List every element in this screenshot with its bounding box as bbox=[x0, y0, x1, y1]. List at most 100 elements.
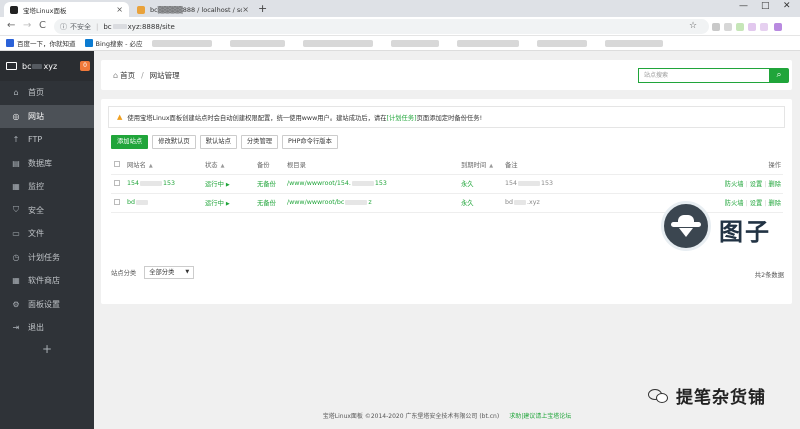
expire-link[interactable]: 永久 bbox=[461, 200, 474, 207]
back-button[interactable]: ← bbox=[7, 20, 15, 31]
tab-phpmyadmin[interactable]: bc▒▒▒▒▒888 / localhost / sql × bbox=[131, 2, 255, 17]
close-tab-icon[interactable]: × bbox=[116, 5, 123, 14]
browser-tab-bar: 宝塔Linux面板 × bc▒▒▒▒▒888 / localhost / sql… bbox=[0, 0, 800, 17]
minimize-button[interactable]: — bbox=[739, 1, 748, 11]
search-icon: ⌕ bbox=[776, 70, 782, 80]
url-rest: xyz:8888/site bbox=[127, 22, 175, 31]
sidebar-item-security[interactable]: ⛉ 安全 bbox=[0, 199, 94, 223]
globe-icon: ◎ bbox=[12, 111, 20, 121]
sidebar-item-cron[interactable]: ◷ 计划任务 bbox=[0, 246, 94, 270]
notification-badge[interactable]: 0 bbox=[80, 61, 90, 71]
backup-link[interactable]: 无备份 bbox=[257, 200, 276, 207]
site-name-link[interactable]: bd bbox=[127, 193, 205, 213]
play-icon: ▶ bbox=[225, 201, 230, 207]
maximize-button[interactable]: □ bbox=[761, 1, 770, 11]
clock-icon: ◷ bbox=[12, 252, 20, 262]
modify-default-page-button[interactable]: 修改默认页 bbox=[152, 135, 196, 149]
extension-icon[interactable] bbox=[760, 23, 768, 31]
breadcrumb-home[interactable]: 首页 bbox=[120, 70, 135, 81]
address-bar-row: ← → C ⓘ 不安全 | bc xyz:8888/site ☆ bbox=[0, 17, 800, 36]
sort-icon[interactable]: ▲ bbox=[489, 163, 493, 169]
sidebar-item-files[interactable]: ▭ 文件 bbox=[0, 222, 94, 246]
new-tab-button[interactable]: + bbox=[258, 2, 267, 15]
sidebar-item-monitor[interactable]: ▦ 监控 bbox=[0, 175, 94, 199]
add-site-button[interactable]: 添加站点 bbox=[111, 135, 149, 149]
breadcrumb: ⌂ 首页 / 网站管理 bbox=[113, 70, 180, 81]
tab-bt-panel[interactable]: 宝塔Linux面板 × bbox=[4, 2, 129, 17]
category-select[interactable]: 全部分类 ▼ bbox=[144, 266, 195, 279]
folder-icon: ▭ bbox=[12, 229, 20, 239]
forward-button[interactable]: → bbox=[23, 20, 31, 31]
delete-link[interactable]: 删除 bbox=[768, 181, 781, 188]
settings-link[interactable]: 设置 bbox=[750, 200, 763, 207]
site-status[interactable]: 运行中 ▶ bbox=[205, 193, 257, 213]
forum-link[interactable]: 求助|建议请上宝塔论坛 bbox=[509, 413, 571, 420]
sidebar: bc xyz 0 ⌂ 首页 ◎ 网站 ↑ FTP ▤ 数据库 ▦ 监控 ⛉ 安全 ▭ 文件 ◷… bbox=[0, 51, 94, 429]
chevron-down-icon: ▼ bbox=[185, 269, 190, 275]
tab-title: 宝塔Linux面板 bbox=[23, 6, 67, 15]
sidebar-item-store[interactable]: ▦ 软件商店 bbox=[0, 269, 94, 293]
default-site-button[interactable]: 默认站点 bbox=[199, 135, 237, 149]
bt-favicon-icon bbox=[10, 5, 18, 14]
database-icon: ▤ bbox=[12, 158, 20, 168]
extension-icon[interactable] bbox=[748, 23, 756, 31]
monitor-icon: ▦ bbox=[12, 182, 20, 192]
total-count: 共2条数据 bbox=[754, 272, 784, 279]
remark[interactable]: bd .xyz bbox=[505, 193, 631, 213]
close-window-button[interactable]: ✕ bbox=[783, 1, 791, 11]
expire-link[interactable]: 永久 bbox=[461, 181, 474, 188]
server-name: bc bbox=[22, 61, 32, 71]
profile-avatar[interactable] bbox=[774, 23, 782, 31]
bookmark-star-icon[interactable]: ☆ bbox=[689, 21, 697, 31]
settings-link[interactable]: 设置 bbox=[750, 181, 763, 188]
bookmark-baidu[interactable]: 百度一下，你就知道 bbox=[6, 38, 76, 48]
extension-icon[interactable] bbox=[724, 23, 732, 31]
sidebar-item-home[interactable]: ⌂ 首页 bbox=[0, 81, 94, 105]
reload-button[interactable]: C bbox=[39, 20, 46, 31]
copyright-footer: 宝塔Linux面板 ©2014-2020 广东堡塔安全技术有限公司 (bt.cn… bbox=[322, 413, 572, 420]
sidebar-item-database[interactable]: ▤ 数据库 bbox=[0, 152, 94, 176]
site-name-link[interactable]: 154 153 bbox=[127, 174, 205, 194]
toolbar: 添加站点 修改默认页 默认站点 分类管理 PHP命令行版本 bbox=[111, 135, 342, 149]
root-dir-link[interactable]: /www/wwwroot/bc z bbox=[287, 193, 461, 213]
close-tab-icon[interactable]: × bbox=[242, 5, 249, 14]
sidebar-item-website[interactable]: ◎ 网站 bbox=[0, 104, 94, 128]
security-text: 不安全 bbox=[70, 22, 91, 31]
site-status[interactable]: 运行中 ▶ bbox=[205, 174, 257, 194]
cron-task-link[interactable]: [计划任务] bbox=[387, 113, 417, 122]
breadcrumb-current: 网站管理 bbox=[149, 71, 180, 80]
extension-icon[interactable] bbox=[736, 23, 744, 31]
php-cli-version-button[interactable]: PHP命令行版本 bbox=[282, 135, 338, 149]
table-footer: 站点分类 全部分类 ▼ bbox=[111, 266, 195, 279]
firewall-link[interactable]: 防火墙 bbox=[725, 181, 744, 188]
category-manage-button[interactable]: 分类管理 bbox=[240, 135, 279, 149]
extension-icon[interactable] bbox=[712, 23, 720, 31]
sidebar-item-ftp[interactable]: ↑ FTP bbox=[0, 128, 94, 152]
add-shortcut-button[interactable]: + bbox=[0, 342, 94, 356]
sort-icon[interactable]: ▲ bbox=[221, 163, 225, 169]
notice-banner: ▲ 使用宝塔Linux面板创建站点时会自动创建权限配置，统一使用www用户。建站… bbox=[108, 106, 785, 128]
bookmarks-bar: 百度一下，你就知道 Bing搜索 - 必应 bbox=[0, 36, 800, 51]
tab-title: bc▒▒▒▒▒888 / localhost / sql bbox=[150, 5, 243, 14]
home-icon: ⌂ bbox=[13, 88, 19, 98]
remark[interactable]: 154 153 bbox=[505, 174, 631, 194]
site-search-input[interactable]: 站点搜索 bbox=[638, 68, 769, 83]
sidebar-item-settings[interactable]: ⚙ 面板设置 bbox=[0, 293, 94, 317]
search-button[interactable]: ⌕ bbox=[769, 68, 789, 83]
select-all-checkbox[interactable] bbox=[114, 161, 120, 168]
bookmark-bing[interactable]: Bing搜索 - 必应 bbox=[84, 38, 143, 48]
root-dir-link[interactable]: /www/wwwroot/154. 153 bbox=[287, 174, 461, 194]
firewall-link[interactable]: 防火墙 bbox=[725, 200, 744, 207]
category-label: 站点分类 bbox=[111, 270, 137, 277]
backup-link[interactable]: 无备份 bbox=[257, 181, 276, 188]
monitor-icon bbox=[6, 62, 17, 70]
row-checkbox[interactable] bbox=[114, 199, 120, 205]
upload-icon: ↑ bbox=[12, 135, 20, 145]
row-checkbox[interactable] bbox=[114, 180, 120, 186]
logout-icon: ⇥ bbox=[12, 323, 20, 333]
url-input[interactable]: ⓘ 不安全 | bc xyz:8888/site bbox=[54, 19, 709, 34]
delete-link[interactable]: 删除 bbox=[768, 200, 781, 207]
watermark-chars: 图子 bbox=[719, 217, 771, 246]
sort-icon[interactable]: ▲ bbox=[149, 163, 153, 169]
sidebar-item-logout[interactable]: ⇥ 退出 bbox=[0, 316, 94, 340]
